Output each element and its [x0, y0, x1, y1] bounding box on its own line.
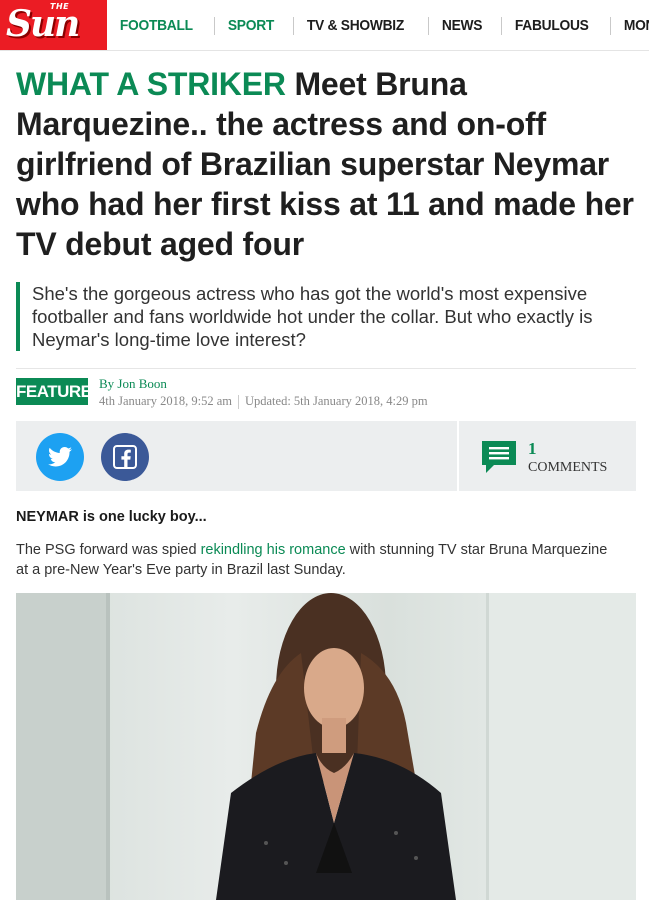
rekindling-romance-link[interactable]: rekindling his romance — [201, 542, 346, 558]
share-bar: 1 COMMENTS — [16, 421, 636, 491]
comments-count: 1 — [528, 439, 537, 458]
twitter-share-button[interactable] — [36, 433, 84, 481]
article-standfirst: She's the gorgeous actress who has got t… — [16, 282, 636, 351]
twitter-icon — [48, 447, 72, 467]
logo-sun: Sun — [6, 3, 80, 45]
nav-item-money[interactable]: MONEY — [611, 17, 649, 34]
paragraph-text-start: The PSG forward was spied — [16, 542, 201, 558]
comment-bubble-icon — [482, 441, 516, 473]
comments-label: COMMENTS — [528, 460, 608, 475]
facebook-icon — [113, 445, 137, 469]
byline-divider — [16, 368, 636, 369]
article-headline: WHAT A STRIKER Meet Bruna Marquezine.. t… — [16, 64, 636, 264]
top-navigation: THE Sun FOOTBALL SPORT TV & SHOWBIZ NEWS… — [0, 0, 649, 51]
updated-date: Updated: 5th January 2018, 4:29 pm — [244, 394, 428, 408]
published-date: 4th January 2018, 9:52 am — [99, 394, 232, 408]
nav-links: FOOTBALL SPORT TV & SHOWBIZ NEWS FABULOU… — [107, 0, 649, 50]
comments-button[interactable]: 1 COMMENTS — [459, 421, 636, 491]
headline-kicker: WHAT A STRIKER — [16, 66, 286, 102]
nav-item-news[interactable]: NEWS — [429, 17, 495, 34]
photo-illustration — [16, 593, 636, 900]
nav-item-tv-showbiz[interactable]: TV & SHOWBIZ — [294, 17, 417, 34]
nav-item-fabulous[interactable]: FABULOUS — [502, 17, 601, 34]
nav-item-football[interactable]: FOOTBALL — [107, 17, 206, 34]
article-dates: 4th January 2018, 9:52 am Updated: 5th Ja… — [99, 394, 428, 410]
feature-badge: FEATURE — [16, 378, 92, 405]
nav-item-sport[interactable]: SPORT — [215, 17, 287, 34]
article-photo[interactable] — [16, 593, 636, 900]
author-byline[interactable]: By Jon Boon — [99, 376, 167, 392]
article-paragraph: The PSG forward was spied rekindling his… — [16, 540, 616, 580]
date-divider — [237, 395, 239, 410]
facebook-share-button[interactable] — [101, 433, 149, 481]
the-sun-logo[interactable]: THE Sun — [0, 0, 107, 50]
article-lead: NEYMAR is one lucky boy... — [16, 509, 207, 525]
social-share-group — [16, 421, 457, 491]
